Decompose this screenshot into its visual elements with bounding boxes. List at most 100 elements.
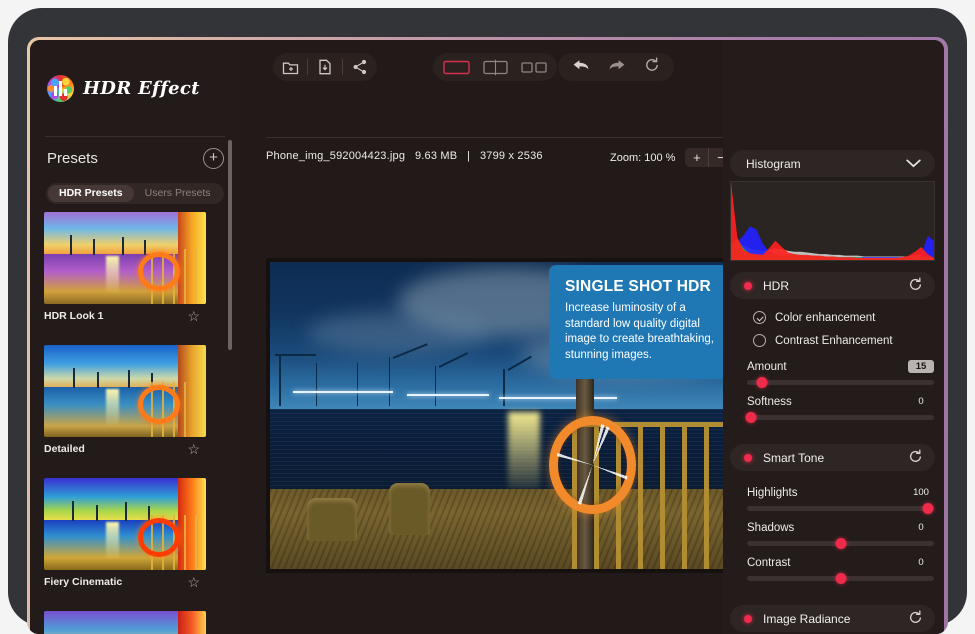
right-panel: Histogram HDR (723, 40, 944, 634)
presets-title: Presets (47, 150, 98, 167)
preset-name: HDR Look 1 (44, 310, 104, 322)
file-name: Phone_img_592004423.jpg (266, 150, 405, 162)
share-icon[interactable] (343, 53, 377, 81)
image-dimensions: 3799 x 2536 (480, 150, 543, 162)
list-item[interactable]: ☆ (44, 611, 206, 634)
history-actions-group (558, 53, 674, 81)
status-badge (744, 454, 752, 462)
presets-header: Presets + (47, 150, 224, 172)
section-header-image-radiance[interactable]: Image Radiance (730, 605, 935, 632)
slider-value[interactable]: 0 (908, 556, 934, 569)
preset-thumbnail[interactable] (44, 478, 206, 570)
slider-knob[interactable] (835, 538, 846, 549)
section-header-smart-tone[interactable]: Smart Tone (730, 444, 935, 471)
list-item[interactable]: Fiery Cinematic ☆ (44, 478, 206, 589)
slider-knob[interactable] (745, 412, 756, 423)
slider-label: Amount (747, 361, 787, 373)
checkbox-label: Color enhancement (775, 312, 875, 324)
slider-label: Contrast (747, 557, 790, 569)
check-icon (753, 334, 766, 347)
preset-thumbnail[interactable] (44, 345, 206, 437)
slider-value[interactable]: 0 (908, 521, 934, 534)
histogram-canvas (731, 182, 934, 261)
slider-value[interactable]: 100 (908, 486, 934, 499)
section-label: Image Radiance (763, 612, 908, 626)
file-info-bar: Phone_img_592004423.jpg 9.63 MB | 3799 x… (266, 150, 543, 162)
file-info-divider: | (467, 150, 470, 162)
tab-hdr-presets[interactable]: HDR Presets (48, 185, 134, 202)
checkbox-contrast-enhancement[interactable]: Contrast Enhancement (753, 334, 893, 347)
tooltip-callout: SINGLE SHOT HDR Increase luminosity of a… (549, 265, 729, 379)
slider-track[interactable] (747, 415, 934, 420)
check-icon (753, 311, 766, 324)
star-outline-icon[interactable]: ☆ (187, 442, 200, 456)
preset-thumbnail[interactable] (44, 611, 206, 634)
slider-track[interactable] (747, 506, 934, 511)
slider-label: Highlights (747, 487, 798, 499)
app-window-frame: HDR Effect Presets + HDR Presets Users P… (27, 37, 948, 634)
app-brand: HDR Effect (47, 75, 200, 102)
reset-icon[interactable] (908, 610, 923, 628)
single-view-icon[interactable] (443, 59, 470, 76)
histogram-chart (730, 181, 935, 261)
status-badge (744, 282, 752, 290)
file-actions-group (273, 53, 377, 81)
reset-icon[interactable] (644, 57, 660, 78)
slider-knob[interactable] (923, 503, 934, 514)
hdr-logo-icon (47, 75, 74, 102)
chevron-down-icon (906, 159, 921, 168)
list-item[interactable]: HDR Look 1 ☆ (44, 212, 206, 323)
desktop-background: HDR Effect Presets + HDR Presets Users P… (0, 0, 975, 634)
section-header-hdr[interactable]: HDR (730, 272, 935, 299)
slider-label: Shadows (747, 522, 794, 534)
checkbox-label: Contrast Enhancement (775, 335, 893, 347)
preset-thumbnail[interactable] (44, 212, 206, 304)
sidebar-scrollbar[interactable] (228, 140, 232, 350)
reset-icon[interactable] (908, 449, 923, 467)
zoom-level-label: Zoom: 100 % (610, 152, 675, 164)
star-outline-icon[interactable]: ☆ (187, 575, 200, 589)
zoom-in-button[interactable]: + (685, 148, 708, 167)
zoom-controls: Zoom: 100 % + − (610, 148, 732, 167)
save-file-icon[interactable] (308, 53, 342, 81)
slider-label: Softness (747, 396, 792, 408)
slider-track[interactable] (747, 576, 934, 581)
slider-amount[interactable]: Amount 15 (747, 360, 934, 385)
tab-users-presets[interactable]: Users Presets (134, 185, 222, 202)
section-label: HDR (763, 279, 908, 293)
tooltip-title: SINGLE SHOT HDR (565, 278, 715, 296)
presets-tab-group[interactable]: HDR Presets Users Presets (46, 183, 224, 204)
status-badge (744, 615, 752, 623)
slider-track[interactable] (747, 541, 934, 546)
tooltip-body: Increase luminosity of a standard low qu… (565, 301, 715, 363)
split-view-icon[interactable] (483, 59, 508, 76)
list-item[interactable]: Detailed ☆ (44, 345, 206, 456)
left-sidebar: HDR Effect Presets + HDR Presets Users P… (30, 40, 238, 634)
slider-track[interactable] (747, 380, 934, 385)
add-preset-button[interactable]: + (203, 148, 224, 169)
slider-softness[interactable]: Softness 0 (747, 395, 934, 420)
slider-value[interactable]: 0 (908, 395, 934, 408)
undo-icon[interactable] (572, 58, 590, 77)
slider-value[interactable]: 15 (908, 360, 934, 373)
slider-highlights[interactable]: Highlights 100 (747, 486, 934, 511)
star-outline-icon[interactable]: ☆ (187, 309, 200, 323)
reset-icon[interactable] (908, 277, 923, 295)
file-size: 9.63 MB (415, 150, 457, 162)
redo-icon[interactable] (608, 58, 626, 77)
checkbox-color-enhancement[interactable]: Color enhancement (753, 311, 875, 324)
open-folder-icon[interactable] (273, 53, 307, 81)
slider-knob[interactable] (835, 573, 846, 584)
histogram-selector[interactable]: Histogram (730, 150, 935, 177)
sidebar-divider (45, 136, 225, 137)
view-mode-group (433, 53, 557, 81)
app-title: HDR Effect (83, 78, 200, 99)
side-by-side-view-icon[interactable] (521, 60, 547, 75)
app-window: HDR Effect Presets + HDR Presets Users P… (30, 40, 944, 634)
section-label: Smart Tone (763, 451, 908, 465)
slider-knob[interactable] (756, 377, 767, 388)
preset-name: Fiery Cinematic (44, 576, 122, 588)
slider-contrast[interactable]: Contrast 0 (747, 556, 934, 581)
preset-list[interactable]: HDR Look 1 ☆ (30, 212, 238, 634)
slider-shadows[interactable]: Shadows 0 (747, 521, 934, 546)
